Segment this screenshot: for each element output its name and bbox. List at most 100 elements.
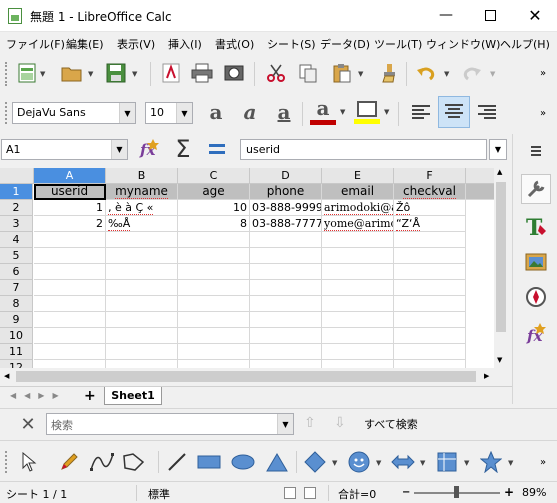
cell-d1[interactable]: phone: [250, 184, 322, 200]
align-left-icon[interactable]: [408, 100, 434, 126]
horizontal-scrollbar[interactable]: ◀ ▶: [0, 368, 508, 386]
function-wizard-icon[interactable]: fx: [136, 136, 162, 162]
sum-display[interactable]: 合計=0: [338, 486, 376, 502]
navigator-icon[interactable]: [521, 282, 551, 312]
scroll-down-icon[interactable]: ▼: [497, 356, 502, 364]
select-pointer-icon[interactable]: [18, 451, 40, 473]
toolbar-overflow-icon[interactable]: »: [540, 68, 546, 79]
cell-e1[interactable]: email: [322, 184, 394, 200]
menu-file[interactable]: ファイル(F): [6, 36, 65, 52]
row-header[interactable]: 12: [0, 360, 33, 368]
cell-g1[interactable]: [466, 184, 494, 200]
block-arrows-icon[interactable]: [390, 451, 416, 473]
close-find-bar-icon[interactable]: ✕: [18, 414, 38, 435]
export-pdf-icon[interactable]: [160, 62, 182, 84]
bold-icon[interactable]: a: [204, 100, 228, 124]
vertical-scrollbar[interactable]: ▲ ▼: [494, 168, 508, 368]
cell-f1[interactable]: checkval: [394, 184, 466, 200]
menu-window[interactable]: ウィンドウ(W): [426, 36, 500, 52]
line-icon[interactable]: [166, 451, 188, 473]
toolbar-grip[interactable]: [5, 102, 9, 124]
chevron-down-icon[interactable]: ▼: [132, 70, 137, 78]
selection-mode-icon[interactable]: [284, 487, 296, 499]
scroll-left-icon[interactable]: ◀: [4, 372, 9, 380]
menu-insert[interactable]: 挿入(I): [168, 36, 202, 52]
cell-a3[interactable]: 2: [34, 216, 106, 232]
menu-edit[interactable]: 編集(E): [66, 36, 104, 52]
column-header-d[interactable]: D: [250, 168, 322, 184]
spreadsheet-grid[interactable]: A B C D E F 1 2 3 4 5 6 7 8 9 10 11 12 u…: [0, 168, 494, 368]
minimize-button[interactable]: —: [424, 0, 468, 30]
gallery-icon[interactable]: [521, 246, 551, 276]
cell-f2[interactable]: Žô: [394, 200, 466, 216]
font-name-field[interactable]: DejaVu Sans ▼: [12, 102, 136, 124]
stars-icon[interactable]: [478, 451, 504, 473]
row-header[interactable]: 3: [0, 216, 33, 232]
print-icon[interactable]: [190, 62, 214, 84]
chevron-down-icon[interactable]: ▼: [464, 459, 469, 467]
cell-c3[interactable]: 8: [178, 216, 250, 232]
row-header[interactable]: 11: [0, 344, 33, 360]
functions-icon[interactable]: fx: [521, 318, 551, 348]
align-center-icon[interactable]: [438, 96, 470, 128]
empty-cells-area[interactable]: [34, 232, 466, 368]
chevron-down-icon[interactable]: ▼: [332, 459, 337, 467]
polygon-icon[interactable]: [120, 451, 148, 473]
font-size-field[interactable]: 10 ▼: [145, 102, 193, 124]
find-all-button[interactable]: すべて検索: [364, 416, 418, 432]
maximize-button[interactable]: [468, 0, 512, 30]
menu-help[interactable]: ヘルプ(H): [500, 36, 550, 52]
find-next-icon[interactable]: ⇩: [334, 415, 346, 431]
chevron-down-icon[interactable]: ▼: [340, 108, 345, 116]
cell-e3[interactable]: yome@arimo: [322, 216, 394, 232]
rectangle-icon[interactable]: [196, 451, 222, 473]
cell-d3[interactable]: 03-888-7777: [250, 216, 322, 232]
row-header[interactable]: 7: [0, 280, 33, 296]
expand-formula-bar-button[interactable]: ▼: [489, 139, 507, 160]
triangle-icon[interactable]: [264, 451, 290, 473]
italic-icon[interactable]: a: [238, 100, 262, 124]
cell-e2[interactable]: arimodoki@ar: [322, 200, 394, 216]
sidebar-menu-icon[interactable]: [527, 142, 545, 160]
open-folder-icon[interactable]: [60, 62, 84, 84]
print-preview-icon[interactable]: [222, 62, 246, 84]
zoom-level[interactable]: 89%: [522, 486, 546, 499]
column-header-e[interactable]: E: [322, 168, 394, 184]
copy-icon[interactable]: [296, 62, 320, 84]
column-header-b[interactable]: B: [106, 168, 178, 184]
scroll-up-icon[interactable]: ▲: [497, 168, 502, 176]
chevron-down-icon[interactable]: ▼: [277, 414, 293, 434]
properties-wrench-icon[interactable]: [521, 174, 551, 204]
cell-b1[interactable]: myname: [106, 184, 178, 200]
tab-navigation-icons[interactable]: ◀◀▶▶: [10, 391, 67, 400]
select-all-corner[interactable]: [0, 168, 34, 184]
paste-icon[interactable]: [330, 62, 354, 84]
new-spreadsheet-icon[interactable]: [16, 62, 38, 84]
sum-icon[interactable]: Σ: [170, 135, 196, 163]
chevron-down-icon[interactable]: ▼: [420, 459, 425, 467]
curve-icon[interactable]: [88, 451, 116, 473]
column-header-c[interactable]: C: [178, 168, 250, 184]
chevron-down-icon[interactable]: ▼: [111, 140, 127, 159]
find-previous-icon[interactable]: ⇧: [304, 415, 316, 431]
chevron-down-icon[interactable]: ▼: [444, 70, 449, 78]
underline-icon[interactable]: a: [272, 100, 296, 124]
cell-c2[interactable]: 10: [178, 200, 250, 216]
column-header-a[interactable]: A: [34, 168, 106, 184]
row-header[interactable]: 5: [0, 248, 33, 264]
search-input[interactable]: 検索 ▼: [46, 413, 294, 435]
styles-icon[interactable]: T: [521, 212, 551, 242]
zoom-slider-thumb[interactable]: [454, 486, 459, 498]
add-sheet-button[interactable]: +: [84, 388, 96, 404]
cell-b2[interactable]: ‚ è à Ç «: [106, 200, 178, 216]
row-header[interactable]: 8: [0, 296, 33, 312]
formula-input[interactable]: userid: [240, 139, 487, 160]
row-header[interactable]: 1: [0, 184, 33, 200]
align-right-icon[interactable]: [474, 100, 500, 126]
scroll-thumb[interactable]: [16, 371, 476, 382]
chevron-down-icon[interactable]: ▼: [119, 103, 135, 123]
sheet-tab-sheet1[interactable]: Sheet1: [104, 387, 162, 405]
row-header[interactable]: 6: [0, 264, 33, 280]
cell-f3[interactable]: “Z‘Å: [394, 216, 466, 232]
highlight-color-icon[interactable]: [354, 98, 380, 126]
